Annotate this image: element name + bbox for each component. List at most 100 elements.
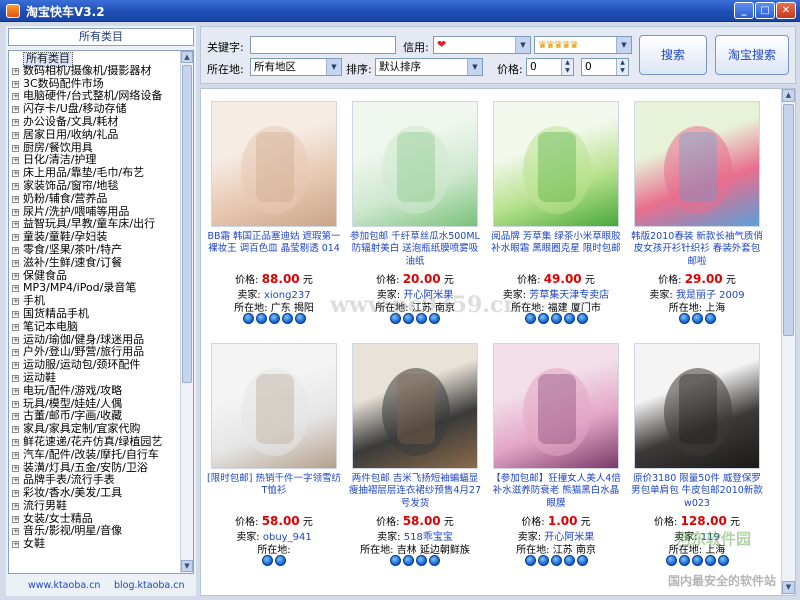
expand-icon[interactable]: + bbox=[12, 426, 19, 434]
sort-select[interactable]: 默认排序 ▼ bbox=[375, 58, 483, 76]
product-image[interactable] bbox=[493, 343, 619, 469]
expand-icon[interactable]: + bbox=[12, 438, 19, 446]
scroll-thumb[interactable] bbox=[783, 104, 794, 336]
expand-icon[interactable]: + bbox=[12, 374, 19, 382]
product-image[interactable] bbox=[634, 101, 760, 227]
expand-icon[interactable]: + bbox=[12, 221, 19, 229]
expand-icon[interactable]: + bbox=[12, 464, 19, 472]
price-min-input[interactable]: 0 ▲ ▼ bbox=[526, 58, 574, 76]
category-item[interactable]: + 数码相机/摄像机/摄影器材 bbox=[9, 64, 181, 78]
expand-icon[interactable]: + bbox=[12, 336, 19, 344]
expand-icon[interactable]: + bbox=[12, 349, 19, 357]
expand-icon[interactable]: + bbox=[12, 80, 19, 88]
category-item[interactable]: + 奶粉/辅食/营养品 bbox=[9, 192, 181, 206]
scroll-down-arrow-icon[interactable]: ▼ bbox=[782, 581, 795, 594]
expand-icon[interactable]: + bbox=[12, 131, 19, 139]
expand-icon[interactable]: + bbox=[12, 362, 19, 370]
expand-icon[interactable]: + bbox=[12, 387, 19, 395]
expand-icon[interactable]: + bbox=[12, 208, 19, 216]
expand-icon[interactable]: + bbox=[12, 118, 19, 126]
product-title[interactable]: 【参加包邮】狂撞女人美人4倍补水滋养防衰老 熊猫黑白水晶眼膜 bbox=[489, 473, 623, 511]
product-title[interactable]: 两件包邮 吉米飞扬短袖蝙蝠显瘦抽褶层层连衣裙纱预售4月27号发货 bbox=[348, 473, 482, 511]
product-title[interactable]: 参加包邮 千纤草丝瓜水500ML防辐射美白 送泡瓶纸膜喷雾吸油纸 bbox=[348, 231, 482, 269]
category-item[interactable]: + 笔记本电脑 bbox=[9, 320, 181, 334]
product-card[interactable]: [限时包邮] 热销千件一字领雪纺T恤衫 价格: 58.00 元 卖家: obuy… bbox=[207, 339, 341, 575]
category-item[interactable]: + 鲜花速递/花卉仿真/绿植园艺 bbox=[9, 435, 181, 449]
product-title[interactable]: [限时包邮] 热销千件一字领雪纺T恤衫 bbox=[207, 473, 341, 511]
product-image[interactable] bbox=[352, 101, 478, 227]
product-card[interactable]: 两件包邮 吉米飞扬短袖蝙蝠显瘦抽褶层层连衣裙纱预售4月27号发货 价格: 58.… bbox=[348, 339, 482, 575]
expand-icon[interactable]: + bbox=[12, 323, 19, 331]
chevron-down-icon[interactable]: ▼ bbox=[515, 37, 530, 53]
taobao-search-button[interactable]: 淘宝搜索 bbox=[715, 35, 789, 75]
search-button[interactable]: 搜索 bbox=[639, 35, 707, 75]
expand-icon[interactable]: + bbox=[12, 515, 19, 523]
category-item[interactable]: + 流行男鞋 bbox=[9, 499, 181, 513]
category-item[interactable]: + 零食/坚果/茶叶/特产 bbox=[9, 243, 181, 257]
scroll-up-arrow-icon[interactable]: ▲ bbox=[181, 51, 193, 63]
spinner-arrows-icon[interactable]: ▲ ▼ bbox=[561, 59, 573, 75]
scroll-up-arrow-icon[interactable]: ▲ bbox=[782, 89, 795, 102]
category-scrollbar[interactable]: ▲ ▼ bbox=[180, 51, 193, 573]
expand-icon[interactable]: + bbox=[12, 477, 19, 485]
product-image[interactable] bbox=[634, 343, 760, 469]
expand-icon[interactable]: + bbox=[12, 106, 19, 114]
expand-icon[interactable]: + bbox=[12, 144, 19, 152]
minimize-button[interactable]: _ bbox=[734, 2, 754, 19]
product-title[interactable]: BB霜 韩国正品塞迪姑 遮瑕第一 裸妆王 调百色皿 晶莹剔透 014 bbox=[207, 231, 341, 269]
expand-icon[interactable]: + bbox=[12, 285, 19, 293]
blog-link[interactable]: blog.ktaoba.cn bbox=[114, 580, 185, 591]
category-item[interactable]: + 办公设备/文具/耗材 bbox=[9, 115, 181, 129]
expand-icon[interactable]: + bbox=[12, 182, 19, 190]
product-image[interactable] bbox=[211, 343, 337, 469]
expand-icon[interactable]: + bbox=[12, 528, 19, 536]
expand-icon[interactable]: + bbox=[12, 272, 19, 280]
category-item[interactable]: + 运动鞋 bbox=[9, 371, 181, 385]
product-title[interactable]: 阅品牌 芳草集 绿茶小米草眼胶 补水眼霜 黑眼圈克星 限时包邮 bbox=[489, 231, 623, 269]
maximize-button[interactable]: □ bbox=[755, 2, 775, 19]
product-title[interactable]: 韩版2010春装 新款长袖气质俏皮女孩开衫针织衫 春装外套包邮啦 bbox=[630, 231, 764, 269]
expand-icon[interactable]: + bbox=[12, 195, 19, 203]
category-item[interactable]: 所有类目 bbox=[9, 52, 181, 67]
chevron-down-icon[interactable]: ▼ bbox=[467, 59, 482, 75]
product-title[interactable]: 原价3180 限量50件 威登保罗 男包单肩包 牛皮包邮2010新款w023 bbox=[630, 473, 764, 511]
credit-max-select[interactable]: ♛♛♛♛♛ ▼ bbox=[534, 36, 632, 54]
expand-icon[interactable]: + bbox=[12, 400, 19, 408]
category-item[interactable]: + 滋补/生鲜/速食/订餐 bbox=[9, 256, 181, 270]
expand-icon[interactable]: + bbox=[12, 246, 19, 254]
expand-icon[interactable]: + bbox=[12, 157, 19, 165]
expand-icon[interactable]: + bbox=[12, 451, 19, 459]
category-item[interactable]: + 国货精品手机 bbox=[9, 307, 181, 321]
expand-icon[interactable]: + bbox=[12, 93, 19, 101]
scroll-down-arrow-icon[interactable]: ▼ bbox=[181, 560, 193, 572]
product-image[interactable] bbox=[352, 343, 478, 469]
credit-min-select[interactable]: ❤ ▼ bbox=[433, 36, 531, 54]
category-item[interactable]: + 汽车/配件/改装/摩托/自行车 bbox=[9, 448, 181, 462]
product-card[interactable]: 【参加包邮】狂撞女人美人4倍补水滋养防衰老 熊猫黑白水晶眼膜 价格: 1.00 … bbox=[489, 339, 623, 575]
category-item[interactable]: + 家装饰品/窗帘/地毯 bbox=[9, 179, 181, 193]
expand-icon[interactable]: + bbox=[12, 502, 19, 510]
product-image[interactable] bbox=[211, 101, 337, 227]
location-select[interactable]: 所有地区 ▼ bbox=[250, 58, 342, 76]
product-scrollbar[interactable]: ▲ ▼ bbox=[781, 89, 795, 595]
expand-icon[interactable]: + bbox=[12, 413, 19, 421]
category-item[interactable]: + 居家日用/收纳/礼品 bbox=[9, 128, 181, 142]
category-item[interactable]: + 运动服/运动包/颈环配件 bbox=[9, 358, 181, 372]
expand-icon[interactable]: + bbox=[12, 490, 19, 498]
product-card[interactable]: BB霜 韩国正品塞迪姑 遮瑕第一 裸妆王 调百色皿 晶莹剔透 014 价格: 8… bbox=[207, 97, 341, 333]
product-image[interactable] bbox=[493, 101, 619, 227]
expand-icon[interactable]: + bbox=[12, 259, 19, 267]
expand-icon[interactable]: + bbox=[12, 234, 19, 242]
keyword-input[interactable] bbox=[250, 36, 396, 54]
site-link[interactable]: www.ktaoba.cn bbox=[28, 580, 100, 591]
expand-icon[interactable]: + bbox=[12, 67, 19, 75]
scroll-thumb[interactable] bbox=[182, 65, 192, 383]
chevron-down-icon[interactable]: ▼ bbox=[616, 37, 631, 53]
chevron-down-icon[interactable]: ▼ bbox=[326, 59, 341, 75]
product-card[interactable]: 韩版2010春装 新款长袖气质俏皮女孩开衫针织衫 春装外套包邮啦 价格: 29.… bbox=[630, 97, 764, 333]
price-max-input[interactable]: 0 ▲ ▼ bbox=[581, 58, 629, 76]
category-item[interactable]: + 家具/家具定制/宜家代购 bbox=[9, 422, 181, 436]
expand-icon[interactable]: + bbox=[12, 170, 19, 178]
spinner-arrows-icon[interactable]: ▲ ▼ bbox=[616, 59, 628, 75]
expand-icon[interactable]: + bbox=[12, 298, 19, 306]
